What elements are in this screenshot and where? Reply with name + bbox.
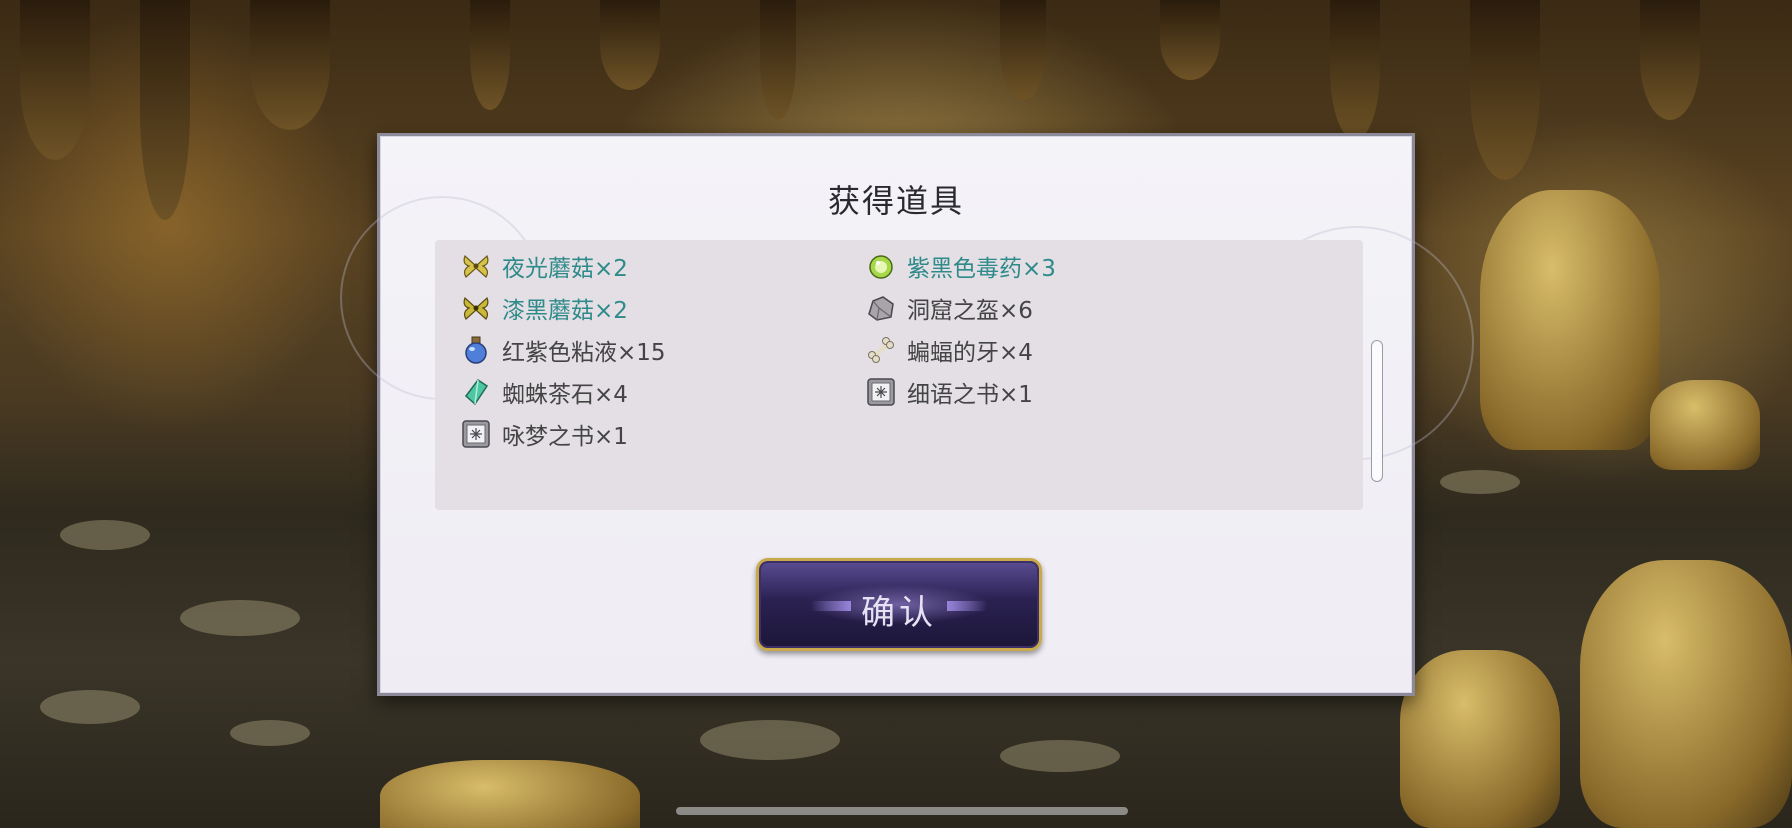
rock-formation: [1650, 380, 1760, 470]
ground-patch: [180, 600, 300, 636]
stalactite: [20, 0, 90, 160]
list-item: 细语之书×1: [865, 372, 1033, 412]
list-item: 咏梦之书×1: [460, 414, 628, 454]
stalactite: [600, 0, 660, 90]
item-name: 洞窟之盔×6: [907, 298, 1033, 324]
stalactite: [1160, 0, 1220, 80]
stalactite: [1330, 0, 1380, 140]
list-item: 蜘蛛茶石×4: [460, 372, 628, 412]
stalactite: [1470, 0, 1540, 180]
item-name: 蝙蝠的牙×4: [907, 340, 1033, 366]
ground-patch: [1440, 470, 1520, 494]
green-crystal-icon: [460, 376, 492, 408]
ground-patch: [700, 720, 840, 760]
item-name: 夜光蘑菇×2: [502, 256, 628, 282]
home-indicator-bar[interactable]: [676, 807, 1128, 815]
item-name: 紫黑色毒药×3: [907, 256, 1056, 282]
stalactite: [470, 0, 510, 110]
ground-patch: [230, 720, 310, 746]
stalactite: [140, 0, 190, 220]
dialog-title: 获得道具: [827, 182, 964, 220]
ground-patch: [40, 690, 140, 724]
butterfly-mushroom-icon: [460, 292, 492, 324]
list-item: 夜光蘑菇×2: [460, 246, 628, 286]
confirm-button[interactable]: 确认: [756, 558, 1042, 651]
stalactite: [250, 0, 330, 130]
rock-formation: [1480, 190, 1660, 450]
list-item: 紫黑色毒药×3: [865, 246, 1056, 286]
stalactite: [1640, 0, 1700, 120]
item-name: 咏梦之书×1: [502, 424, 628, 450]
list-item: 漆黑蘑菇×2: [460, 288, 628, 328]
spell-book-icon: [865, 376, 897, 408]
item-name: 漆黑蘑菇×2: [502, 298, 628, 324]
rock-formation: [1400, 650, 1560, 828]
rock-formation: [380, 760, 640, 828]
item-reward-dialog: 获得道具 夜光蘑菇×2 漆黑蘑菇×2 红紫色粘液×15 蜘蛛茶石×4 咏梦之书×…: [340, 133, 1474, 696]
ground-patch: [60, 520, 150, 550]
ground-patch: [1000, 740, 1120, 772]
list-item: 蝙蝠的牙×4: [865, 330, 1033, 370]
item-name: 红紫色粘液×15: [502, 340, 666, 366]
item-name: 蜘蛛茶石×4: [502, 382, 628, 408]
list-item: 洞窟之盔×6: [865, 288, 1033, 328]
list-item: 红紫色粘液×15: [460, 330, 666, 370]
potion-bottle-icon: [460, 334, 492, 366]
confirm-button-label: 确认: [861, 593, 937, 633]
stone-icon: [865, 292, 897, 324]
spell-book-icon: [460, 418, 492, 450]
scrollbar-thumb[interactable]: [1371, 340, 1383, 482]
stalactite: [760, 0, 796, 120]
green-orb-icon: [865, 250, 897, 282]
rock-formation: [1580, 560, 1792, 828]
stalactite: [1000, 0, 1046, 100]
bone-icon: [865, 334, 897, 366]
butterfly-mushroom-icon: [460, 250, 492, 282]
item-name: 细语之书×1: [907, 382, 1033, 408]
item-list-panel[interactable]: 夜光蘑菇×2 漆黑蘑菇×2 红紫色粘液×15 蜘蛛茶石×4 咏梦之书×1 紫黑色…: [435, 240, 1383, 510]
